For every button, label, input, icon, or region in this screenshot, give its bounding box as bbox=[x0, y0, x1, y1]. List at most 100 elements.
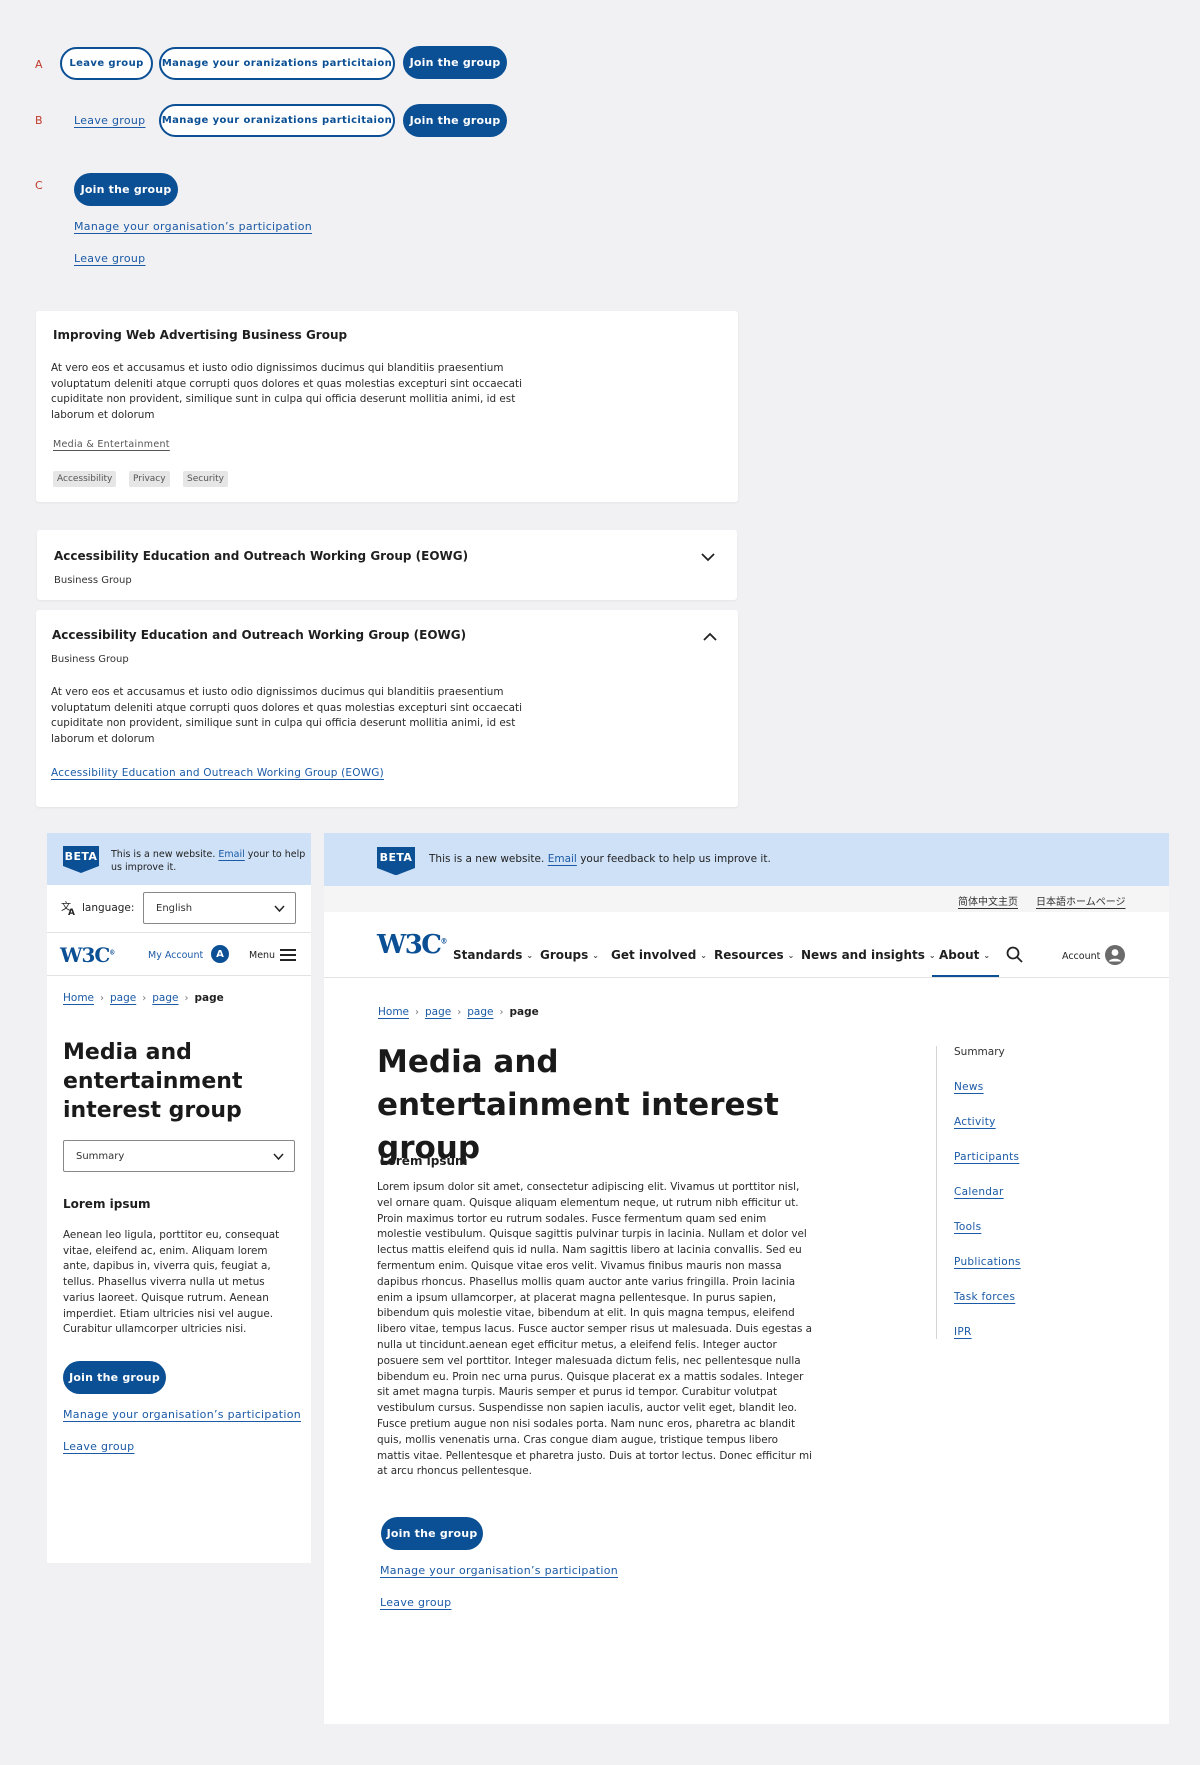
leave-group-link[interactable]: Leave group bbox=[74, 114, 145, 127]
toc-ipr[interactable]: IPR bbox=[954, 1326, 972, 1338]
toc-news[interactable]: News bbox=[954, 1081, 984, 1093]
manage-participation-link[interactable]: Manage your organisation’s participation bbox=[63, 1408, 301, 1421]
toc-tools[interactable]: Tools bbox=[954, 1221, 981, 1233]
nav-about[interactable]: About ⌄ bbox=[939, 948, 990, 962]
beta-text-start: This is a new website. bbox=[429, 853, 545, 865]
toc-divider bbox=[936, 1046, 937, 1339]
toc-publications[interactable]: Publications bbox=[954, 1256, 1021, 1268]
language-bar: 简体中文主页 日本語ホームページ bbox=[324, 886, 1169, 912]
breadcrumb: Home › page › page › page bbox=[63, 992, 224, 1004]
language-value: English bbox=[156, 903, 193, 914]
manage-participation-link[interactable]: Manage your organisation’s participation bbox=[380, 1564, 618, 1577]
manage-participation-link[interactable]: Manage your organisation’s participation bbox=[74, 220, 312, 233]
leave-group-link[interactable]: Leave group bbox=[380, 1596, 451, 1609]
tag-security[interactable]: Security bbox=[183, 471, 228, 487]
chevron-up-icon[interactable] bbox=[703, 632, 717, 642]
breadcrumb-current: page bbox=[509, 1006, 539, 1018]
card-description: At vero eos et accusamus et iusto odio d… bbox=[51, 362, 522, 422]
variant-b-label: B bbox=[35, 114, 43, 127]
nav-label: Standards bbox=[453, 948, 523, 962]
tag-privacy[interactable]: Privacy bbox=[129, 471, 170, 487]
section-body: Aenean leo ligula, porttitor eu, consequ… bbox=[63, 1229, 280, 1336]
lang-link-japanese[interactable]: 日本語ホームページ bbox=[1036, 893, 1126, 908]
join-group-button[interactable]: Join the group bbox=[381, 1517, 483, 1550]
manage-participation-button[interactable]: Manage your oranizations particitaion bbox=[159, 47, 395, 80]
w3c-logo[interactable]: W3C® bbox=[60, 943, 115, 967]
join-group-button[interactable]: Join the group bbox=[403, 104, 507, 137]
toc-participants[interactable]: Participants bbox=[954, 1151, 1019, 1163]
beta-text: This is a new website. Email your feedba… bbox=[429, 853, 771, 865]
beta-badge: BETA bbox=[377, 847, 415, 875]
leave-group-link[interactable]: Leave group bbox=[63, 1440, 134, 1453]
nav-standards[interactable]: Standards ⌄ bbox=[453, 948, 533, 962]
svg-text:A: A bbox=[68, 908, 75, 916]
accordion-link[interactable]: Accessibility Education and Outreach Wor… bbox=[51, 767, 384, 779]
search-icon[interactable] bbox=[1006, 946, 1023, 963]
section-body: Lorem ipsum dolor sit amet, consectetur … bbox=[377, 1181, 813, 1478]
chevron-down-icon: ⌄ bbox=[592, 950, 599, 960]
account-icon[interactable] bbox=[1105, 945, 1125, 965]
breadcrumb-item[interactable]: page bbox=[467, 1006, 493, 1018]
accordion-collapsed[interactable]: Accessibility Education and Outreach Wor… bbox=[37, 530, 737, 600]
chevron-right-icon: › bbox=[100, 992, 105, 1004]
chevron-down-icon: ⌄ bbox=[983, 950, 991, 960]
w3c-logo[interactable]: W3C® bbox=[377, 930, 447, 960]
email-link[interactable]: Email bbox=[218, 849, 244, 860]
join-group-button[interactable]: Join the group bbox=[63, 1361, 166, 1394]
leave-group-button[interactable]: Leave group bbox=[60, 47, 153, 80]
manage-participation-button[interactable]: Manage your oranizations particitaion bbox=[159, 104, 395, 137]
tag-accessibility[interactable]: Accessibility bbox=[53, 471, 117, 487]
language-label: language: bbox=[82, 902, 135, 914]
nav-news-insights[interactable]: News and insights ⌄ bbox=[801, 948, 936, 962]
hamburger-menu-icon[interactable] bbox=[280, 949, 296, 961]
accordion-subtitle: Business Group bbox=[54, 575, 132, 586]
page-title: Media and entertainment interest group bbox=[377, 1044, 779, 1166]
breadcrumb-home[interactable]: Home bbox=[63, 992, 94, 1004]
chevron-right-icon: › bbox=[415, 1006, 420, 1018]
nav-active-indicator bbox=[932, 975, 999, 977]
card-title[interactable]: Improving Web Advertising Business Group bbox=[53, 328, 347, 342]
nav-get-involved[interactable]: Get involved ⌄ bbox=[611, 948, 707, 962]
nav-resources[interactable]: Resources ⌄ bbox=[714, 948, 794, 962]
group-card: Improving Web Advertising Business Group… bbox=[36, 311, 738, 502]
avatar[interactable]: A bbox=[211, 945, 229, 963]
beta-badge: BETA bbox=[63, 846, 99, 873]
accordion-title[interactable]: Accessibility Education and Outreach Wor… bbox=[52, 628, 466, 642]
my-account-link[interactable]: My Account bbox=[148, 950, 203, 961]
beta-text-start: This is a new website. bbox=[111, 849, 216, 860]
nav-label: About bbox=[939, 948, 980, 962]
join-group-button[interactable]: Join the group bbox=[403, 46, 507, 79]
nav-label: News and insights bbox=[801, 948, 925, 962]
language-select[interactable]: English bbox=[143, 892, 296, 924]
beta-text: This is a new website. Email your to hel… bbox=[111, 848, 306, 874]
toc-activity[interactable]: Activity bbox=[954, 1116, 996, 1128]
chevron-down-icon: ⌄ bbox=[700, 950, 707, 960]
chevron-down-icon bbox=[274, 905, 285, 913]
summary-select[interactable]: Summary bbox=[63, 1140, 295, 1172]
nav-label: Get involved bbox=[611, 948, 697, 962]
section-heading: Lorem ipsum bbox=[63, 1197, 151, 1211]
toc-calendar[interactable]: Calendar bbox=[954, 1186, 1004, 1198]
leave-group-link[interactable]: Leave group bbox=[74, 252, 145, 265]
chevron-down-icon bbox=[273, 1153, 284, 1161]
nav-groups[interactable]: Groups ⌄ bbox=[540, 948, 599, 962]
chevron-down-icon: ⌄ bbox=[526, 950, 534, 960]
category-link[interactable]: Media & Entertainment bbox=[53, 439, 170, 450]
account-label[interactable]: Account bbox=[1062, 951, 1100, 962]
email-link[interactable]: Email bbox=[548, 853, 577, 865]
breadcrumb-home[interactable]: Home bbox=[378, 1006, 409, 1018]
breadcrumb-current: page bbox=[194, 992, 224, 1004]
chevron-down-icon: ⌄ bbox=[787, 950, 795, 960]
accordion-title[interactable]: Accessibility Education and Outreach Wor… bbox=[54, 549, 468, 563]
beta-text-mid: your bbox=[247, 849, 270, 860]
chevron-right-icon: › bbox=[142, 992, 147, 1004]
page-title: Media and entertainment interest group bbox=[63, 1040, 243, 1123]
chevron-down-icon[interactable] bbox=[701, 552, 715, 562]
join-group-button[interactable]: Join the group bbox=[74, 173, 178, 206]
breadcrumb-item[interactable]: page bbox=[425, 1006, 451, 1018]
breadcrumb-item[interactable]: page bbox=[110, 992, 136, 1004]
toc-task-forces[interactable]: Task forces bbox=[954, 1291, 1015, 1303]
lang-link-chinese[interactable]: 简体中文主页 bbox=[958, 893, 1018, 908]
breadcrumb-item[interactable]: page bbox=[152, 992, 178, 1004]
menu-label[interactable]: Menu bbox=[249, 950, 275, 961]
